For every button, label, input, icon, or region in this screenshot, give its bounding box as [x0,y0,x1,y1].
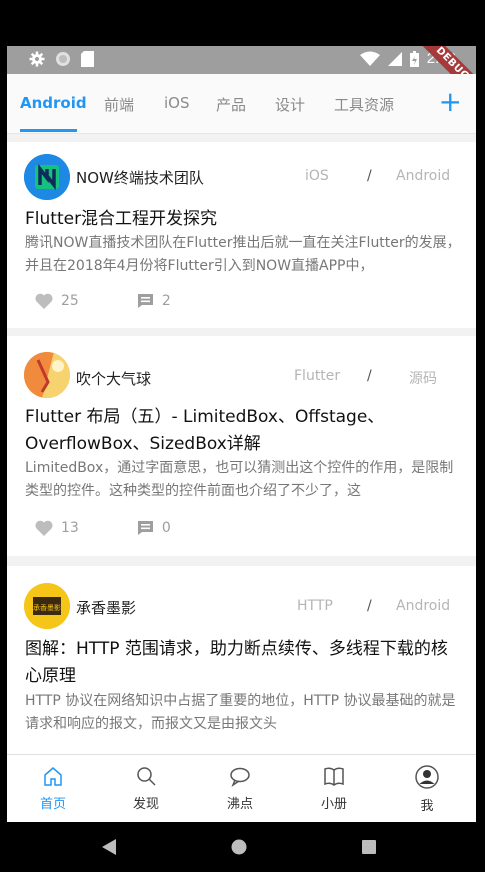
tag-secondary[interactable]: Android [396,598,450,614]
sync-icon [56,52,70,66]
settings-icon [29,51,45,67]
article-card[interactable]: 承香墨影 承香墨影 HTTP / Android 图解：HTTP 范围请求，助力… [7,566,476,754]
article-card[interactable]: 吹个大气球 Flutter / 源码 Flutter 布局（五）- Limite… [7,336,476,556]
home-button-icon[interactable] [231,839,247,855]
like-count: 25 [61,293,79,309]
nav-books-label: 小册 [320,797,347,812]
author-name[interactable]: 吹个大气球 [76,368,151,389]
nav-me[interactable]: 我 [397,765,457,814]
now-logo-icon [24,154,70,200]
device-frame: 2:33 DEBUG Android 前端 iOS 产品 设计 工具资源 + [0,0,485,872]
avatar[interactable] [24,352,70,398]
article-card[interactable]: NOW终端技术团队 iOS / Android Flutter混合工程开发探究 … [7,142,476,328]
heart-icon[interactable] [35,293,53,309]
tag-separator: / [367,368,372,384]
author-name[interactable]: NOW终端技术团队 [76,167,204,188]
tag-primary[interactable]: Flutter [294,368,340,384]
nav-home-label: 首页 [39,797,66,812]
chat-bubble-icon [230,767,250,787]
tag-separator: / [367,598,372,614]
avatar[interactable] [24,154,70,200]
battery-icon [409,50,419,67]
nav-books[interactable]: 小册 [304,765,364,812]
comment-icon[interactable] [137,293,154,309]
comment-icon[interactable] [137,520,154,536]
signal-icon [387,51,402,66]
article-title[interactable]: Flutter 布局（五）- LimitedBox、Offstage、Overf… [25,404,460,458]
tab-frontend[interactable]: 前端 [104,94,134,115]
bottom-navigation: 首页 发现 沸点 小册 我 [7,754,476,822]
nav-discover[interactable]: 发现 [116,765,176,812]
nav-pins-label: 沸点 [226,797,253,812]
tab-design[interactable]: 设计 [275,94,305,115]
article-feed[interactable]: NOW终端技术团队 iOS / Android Flutter混合工程开发探究 … [7,136,476,754]
article-summary: HTTP 协议在网络知识中占据了重要的地位，HTTP 协议最基础的就是请求和响应… [25,693,456,732]
tab-tools[interactable]: 工具资源 [334,94,394,115]
profile-icon [415,765,439,789]
comment-count: 0 [161,520,171,536]
app-screen: 2:33 DEBUG Android 前端 iOS 产品 设计 工具资源 + [7,46,476,822]
article-stats: 13 0 [35,520,171,536]
heart-icon[interactable] [35,520,53,536]
nav-discover-label: 发现 [132,797,159,812]
avatar-logo: 承香墨影 [24,583,70,629]
tab-ios[interactable]: iOS [164,94,190,112]
tab-indicator [20,129,77,132]
nav-home[interactable]: 首页 [23,765,83,812]
category-tabs: Android 前端 iOS 产品 设计 工具资源 + [7,74,476,134]
like-count: 13 [61,520,79,536]
back-icon[interactable] [100,838,118,856]
system-navigation-bar [0,822,485,872]
tag-primary[interactable]: iOS [305,168,329,184]
article-stats: 25 2 [35,293,171,309]
search-icon [137,767,156,786]
tag-separator: / [367,168,372,184]
nav-pins[interactable]: 沸点 [210,765,270,812]
comment-count: 2 [161,293,171,309]
article-title[interactable]: 图解：HTTP 范围请求，助力断点续传、多线程下载的核心原理 [25,636,460,690]
tag-secondary[interactable]: Android [396,168,450,184]
add-tab-button[interactable]: + [439,88,462,116]
recents-icon[interactable] [362,840,376,854]
article-title[interactable]: Flutter混合工程开发探究 [25,206,460,233]
svg-text:承香墨影: 承香墨影 [33,603,61,612]
article-summary: LimitedBox，通过字面意思，也可以猜测出这个控件的作用，是限制类型的控件… [25,460,454,499]
tag-primary[interactable]: HTTP [297,598,333,614]
avatar[interactable]: 承香墨影 [24,583,70,629]
article-summary: 腾讯NOW直播技术团队在Flutter推出后就一直在关注Flutter的发展，并… [25,235,461,274]
author-name[interactable]: 承香墨影 [76,597,136,618]
status-bar: 2:33 DEBUG [7,46,476,103]
home-icon [44,767,62,786]
tab-product[interactable]: 产品 [216,94,246,115]
tag-secondary[interactable]: 源码 [409,368,437,388]
nav-me-label: 我 [420,799,434,814]
sd-card-icon [81,51,94,67]
book-icon [324,767,344,786]
avatar-image [24,352,70,398]
wifi-icon [359,51,380,66]
tab-android[interactable]: Android [20,94,87,112]
